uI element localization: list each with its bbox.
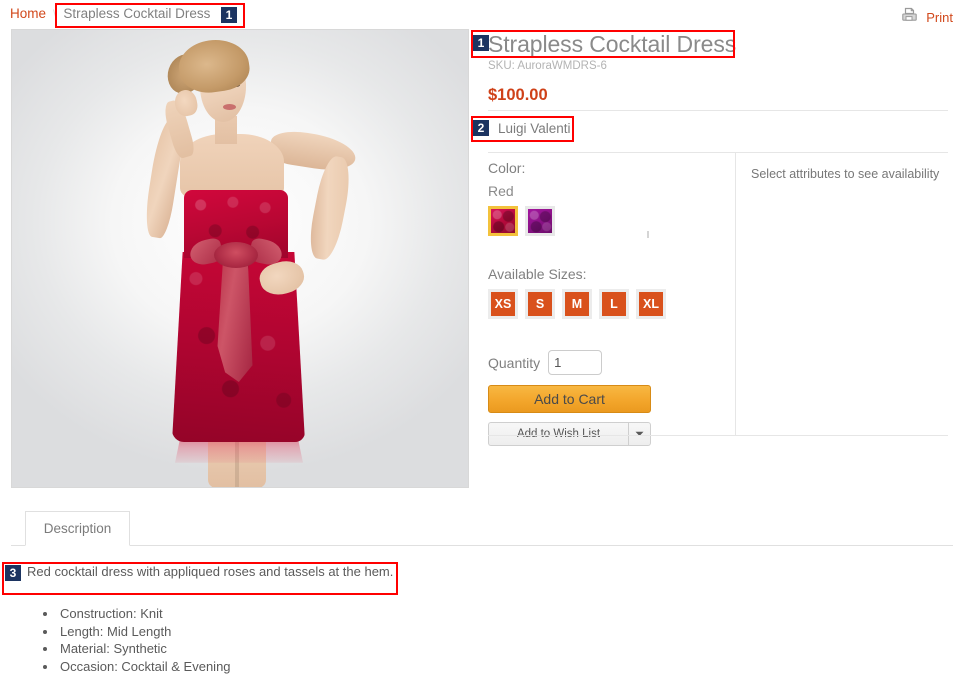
specification-list: Construction: Knit Length: Mid Length Ma… [30,605,231,675]
quantity-input[interactable] [548,350,603,375]
size-swatch-m[interactable]: M [562,289,592,319]
selected-color-name: Red [488,183,514,199]
color-label: Color: [488,160,526,176]
annotation-badge-1b: 1 [473,35,489,51]
divider-below-brand [488,152,948,153]
size-swatch-list: XS S M L XL [488,289,720,319]
tab-bar: Description [11,511,953,546]
list-item: Construction: Knit [58,605,231,623]
list-item: Length: Mid Length [58,623,231,641]
breadcrumb-current: Strapless Cocktail Dress [63,6,211,21]
color-swatch-red[interactable] [488,206,518,236]
product-brand[interactable]: Luigi Valenti [498,121,571,136]
availability-message: Select attributes to see availability [751,167,940,181]
size-swatch-xs[interactable]: XS [488,289,518,319]
wishlist-button-group: Add to Wish List [488,422,651,446]
list-item: Occasion: Cocktail & Evening [58,658,231,676]
dress-bow-knot [214,242,258,268]
add-to-wishlist-button[interactable]: Add to Wish List [488,422,628,446]
model-lips [223,104,236,110]
page-title: Strapless Cocktail Dress [488,31,737,57]
list-item: Material: Synthetic [58,640,231,658]
breadcrumb-home-link[interactable]: Home [10,6,46,21]
sizes-label: Available Sizes: [488,266,587,282]
breadcrumb-separator: \ [53,6,57,21]
color-swatch-purple[interactable] [525,206,555,236]
product-image-gallery[interactable] [11,29,469,488]
size-swatch-s[interactable]: S [525,289,555,319]
divider-above-brand [488,110,948,111]
product-photo[interactable] [12,30,468,487]
attributes-column: Color: Red Available Sizes: XS S M L XL … [488,160,720,446]
quantity-row: Quantity [488,350,720,375]
annotation-badge-3: 3 [5,565,21,581]
decorative-mark [647,231,649,238]
quantity-label: Quantity [488,354,541,371]
model-forearm-right [305,154,355,262]
chevron-down-icon[interactable] [628,422,651,446]
attributes-availability-divider [735,153,736,435]
color-swatch-list [488,206,720,236]
product-price: $100.00 [488,86,548,104]
divider-below-attributes [488,435,948,436]
product-sku: SKU: AuroraWMDRS-6 [488,60,607,72]
print-label: Print [926,9,953,25]
breadcrumb: Home \ Strapless Cocktail Dress [10,6,210,21]
add-to-cart-button[interactable]: Add to Cart [488,385,651,413]
annotation-badge-2: 2 [473,120,489,136]
description-text: Red cocktail dress with appliqued roses … [27,564,394,579]
tab-description[interactable]: Description [25,511,130,546]
printer-icon [901,7,918,27]
size-swatch-xl[interactable]: XL [636,289,666,319]
annotation-badge-1a: 1 [221,7,237,23]
product-info-panel: Strapless Cocktail Dress SKU: AuroraWMDR… [488,30,948,105]
print-button[interactable]: Print [901,7,953,27]
top-bar: Home \ Strapless Cocktail Dress Print [0,0,965,28]
size-swatch-l[interactable]: L [599,289,629,319]
